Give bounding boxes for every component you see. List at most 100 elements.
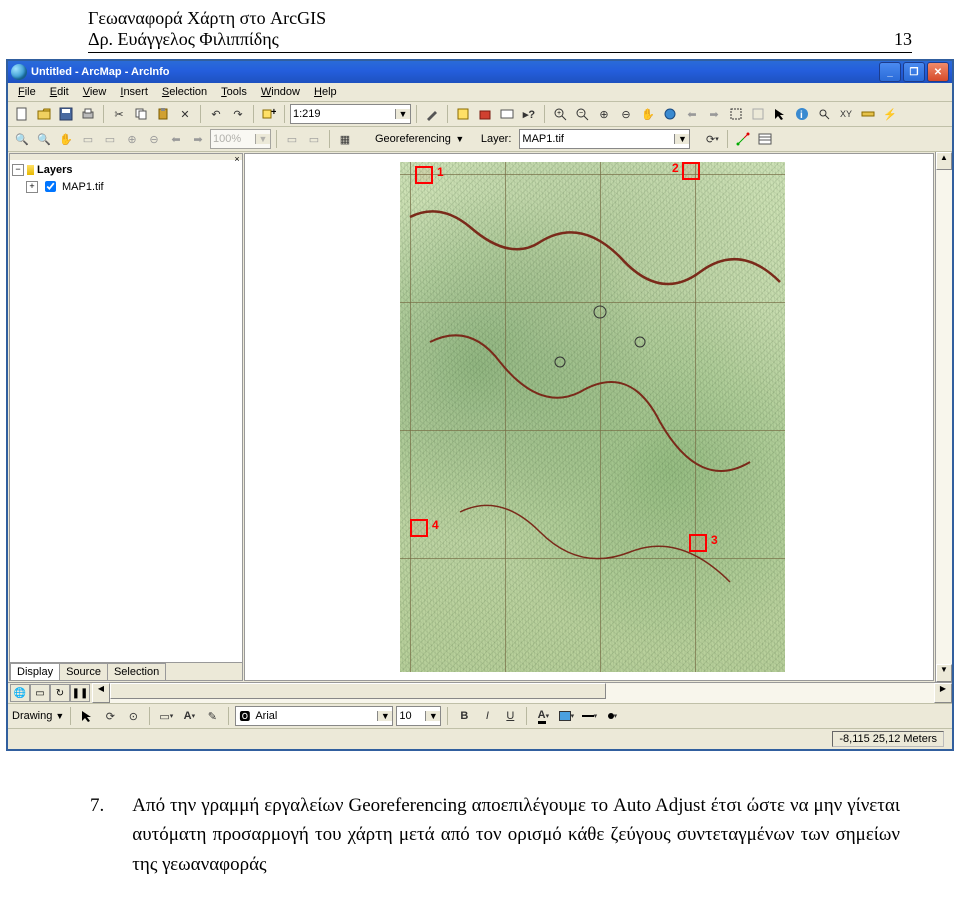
menu-view[interactable]: View [77, 85, 113, 99]
new-text-button[interactable]: A▾ [179, 706, 199, 726]
clear-selection-button[interactable] [748, 104, 768, 124]
line-color-button[interactable]: ▾ [579, 706, 599, 726]
save-button[interactable] [56, 104, 76, 124]
copy-button[interactable] [131, 104, 151, 124]
layout-fixed-out-button[interactable]: ⊖ [144, 129, 164, 149]
whats-this-button[interactable]: ▸? [519, 104, 539, 124]
toggle-draft-button[interactable]: ▭ [282, 129, 302, 149]
georef-menu[interactable]: Georeferencing ▼ [373, 130, 467, 148]
focus-frame-button[interactable]: ▭ [304, 129, 324, 149]
redo-button[interactable]: ↷ [228, 104, 248, 124]
bold-button[interactable]: B [454, 706, 474, 726]
marker-color-button[interactable]: ▾ [602, 706, 622, 726]
chevron-down-icon[interactable]: ▼ [674, 134, 689, 144]
chevron-down-icon[interactable]: ▼ [453, 134, 467, 144]
pause-drawing-button[interactable]: ❚❚ [70, 684, 90, 702]
toc-tab-source[interactable]: Source [59, 663, 108, 680]
identify-button[interactable]: i [792, 104, 812, 124]
toc-tab-display[interactable]: Display [10, 663, 60, 680]
scale-combo[interactable]: ▼ [290, 104, 411, 124]
collapse-icon[interactable]: − [12, 164, 24, 176]
paste-button[interactable] [153, 104, 173, 124]
fixed-zoom-out-button[interactable]: ⊖ [616, 104, 636, 124]
minimize-button[interactable]: _ [879, 62, 901, 82]
layout-zoom-in-button[interactable]: 🔍 [12, 129, 32, 149]
scroll-down-icon[interactable]: ▼ [936, 664, 952, 682]
next-extent-button[interactable]: ➡ [704, 104, 724, 124]
scroll-left-icon[interactable]: ◀ [92, 683, 110, 703]
vertical-scrollbar[interactable]: ▲ ▼ [935, 152, 952, 682]
select-elements-button[interactable] [770, 104, 790, 124]
cut-button[interactable]: ✂ [109, 104, 129, 124]
fixed-zoom-in-button[interactable]: ⊕ [594, 104, 614, 124]
layout-prev-button[interactable]: ⬅ [166, 129, 186, 149]
georef-layer-input[interactable] [520, 132, 674, 146]
measure-button[interactable] [858, 104, 878, 124]
zoom-to-elements-button[interactable]: ⊙ [123, 706, 143, 726]
zoom-in-button[interactable]: + [550, 104, 570, 124]
layout-next-button[interactable]: ➡ [188, 129, 208, 149]
layout-zoom-out-button[interactable]: 🔍 [34, 129, 54, 149]
data-view-button[interactable]: 🌐 [10, 684, 30, 702]
menu-insert[interactable]: Insert [114, 85, 154, 99]
delete-button[interactable]: ✕ [175, 104, 195, 124]
hyperlink-button[interactable]: ⚡ [880, 104, 900, 124]
find-button[interactable] [814, 104, 834, 124]
data-frame-tools-button[interactable]: ▦ [335, 129, 355, 149]
layout-pan-button[interactable]: ✋ [56, 129, 76, 149]
open-button[interactable] [34, 104, 54, 124]
chevron-down-icon[interactable]: ▼ [377, 711, 392, 721]
toc-root[interactable]: − Layers [12, 164, 240, 176]
close-button[interactable]: ✕ [927, 62, 949, 82]
layout-zoom-combo[interactable]: ▼ [210, 129, 271, 149]
command-line-button[interactable] [497, 104, 517, 124]
titlebar[interactable]: Untitled - ArcMap - ArcInfo _ ❐ ✕ [8, 61, 952, 83]
editor-toolbar-button[interactable] [422, 104, 442, 124]
layout-100-button[interactable]: ▭ [100, 129, 120, 149]
refresh-view-button[interactable]: ↻ [50, 684, 70, 702]
chevron-down-icon[interactable]: ▼ [55, 711, 64, 721]
edit-vertices-button[interactable]: ✎ [202, 706, 222, 726]
prev-extent-button[interactable]: ⬅ [682, 104, 702, 124]
expand-icon[interactable]: + [26, 181, 38, 193]
select-features-button[interactable] [726, 104, 746, 124]
menu-file[interactable]: File [12, 85, 42, 99]
georef-layer-combo[interactable]: ▼ [519, 129, 690, 149]
zoom-out-button[interactable]: − [572, 104, 592, 124]
fill-color-button[interactable]: ▾ [556, 706, 576, 726]
font-color-button[interactable]: A▾ [533, 706, 553, 726]
add-control-points-button[interactable] [733, 129, 753, 149]
undo-button[interactable]: ↶ [206, 104, 226, 124]
pan-button[interactable]: ✋ [638, 104, 658, 124]
font-combo[interactable]: 🅾 ▼ [235, 706, 393, 726]
goto-xy-button[interactable]: XY [836, 104, 856, 124]
rotate-element-button[interactable]: ⟳ [100, 706, 120, 726]
maximize-button[interactable]: ❐ [903, 62, 925, 82]
arccatalog-button[interactable] [453, 104, 473, 124]
font-size-input[interactable] [397, 709, 425, 723]
layout-view-button[interactable]: ▭ [30, 684, 50, 702]
scroll-up-icon[interactable]: ▲ [936, 152, 952, 170]
new-doc-button[interactable] [12, 104, 32, 124]
font-input[interactable] [253, 709, 377, 723]
horizontal-scrollbar[interactable]: ◀ ▶ [92, 683, 952, 703]
new-rectangle-button[interactable]: ▭▾ [156, 706, 176, 726]
map-display[interactable]: 1 2 3 4 [244, 153, 934, 681]
chevron-down-icon[interactable]: ▼ [425, 711, 440, 721]
rotate-button[interactable]: ⟳▾ [702, 129, 722, 149]
italic-button[interactable]: I [477, 706, 497, 726]
layout-whole-page-button[interactable]: ▭ [78, 129, 98, 149]
arctoolbox-button[interactable] [475, 104, 495, 124]
select-elements-button[interactable] [77, 706, 97, 726]
menu-window[interactable]: Window [255, 85, 306, 99]
full-extent-button[interactable] [660, 104, 680, 124]
menu-help[interactable]: Help [308, 85, 343, 99]
toc-tab-selection[interactable]: Selection [107, 663, 166, 680]
add-data-button[interactable]: + [259, 104, 279, 124]
menu-edit[interactable]: Edit [44, 85, 75, 99]
underline-button[interactable]: U [500, 706, 520, 726]
scale-input[interactable] [291, 107, 395, 121]
print-button[interactable] [78, 104, 98, 124]
layout-fixed-in-button[interactable]: ⊕ [122, 129, 142, 149]
menu-selection[interactable]: Selection [156, 85, 213, 99]
